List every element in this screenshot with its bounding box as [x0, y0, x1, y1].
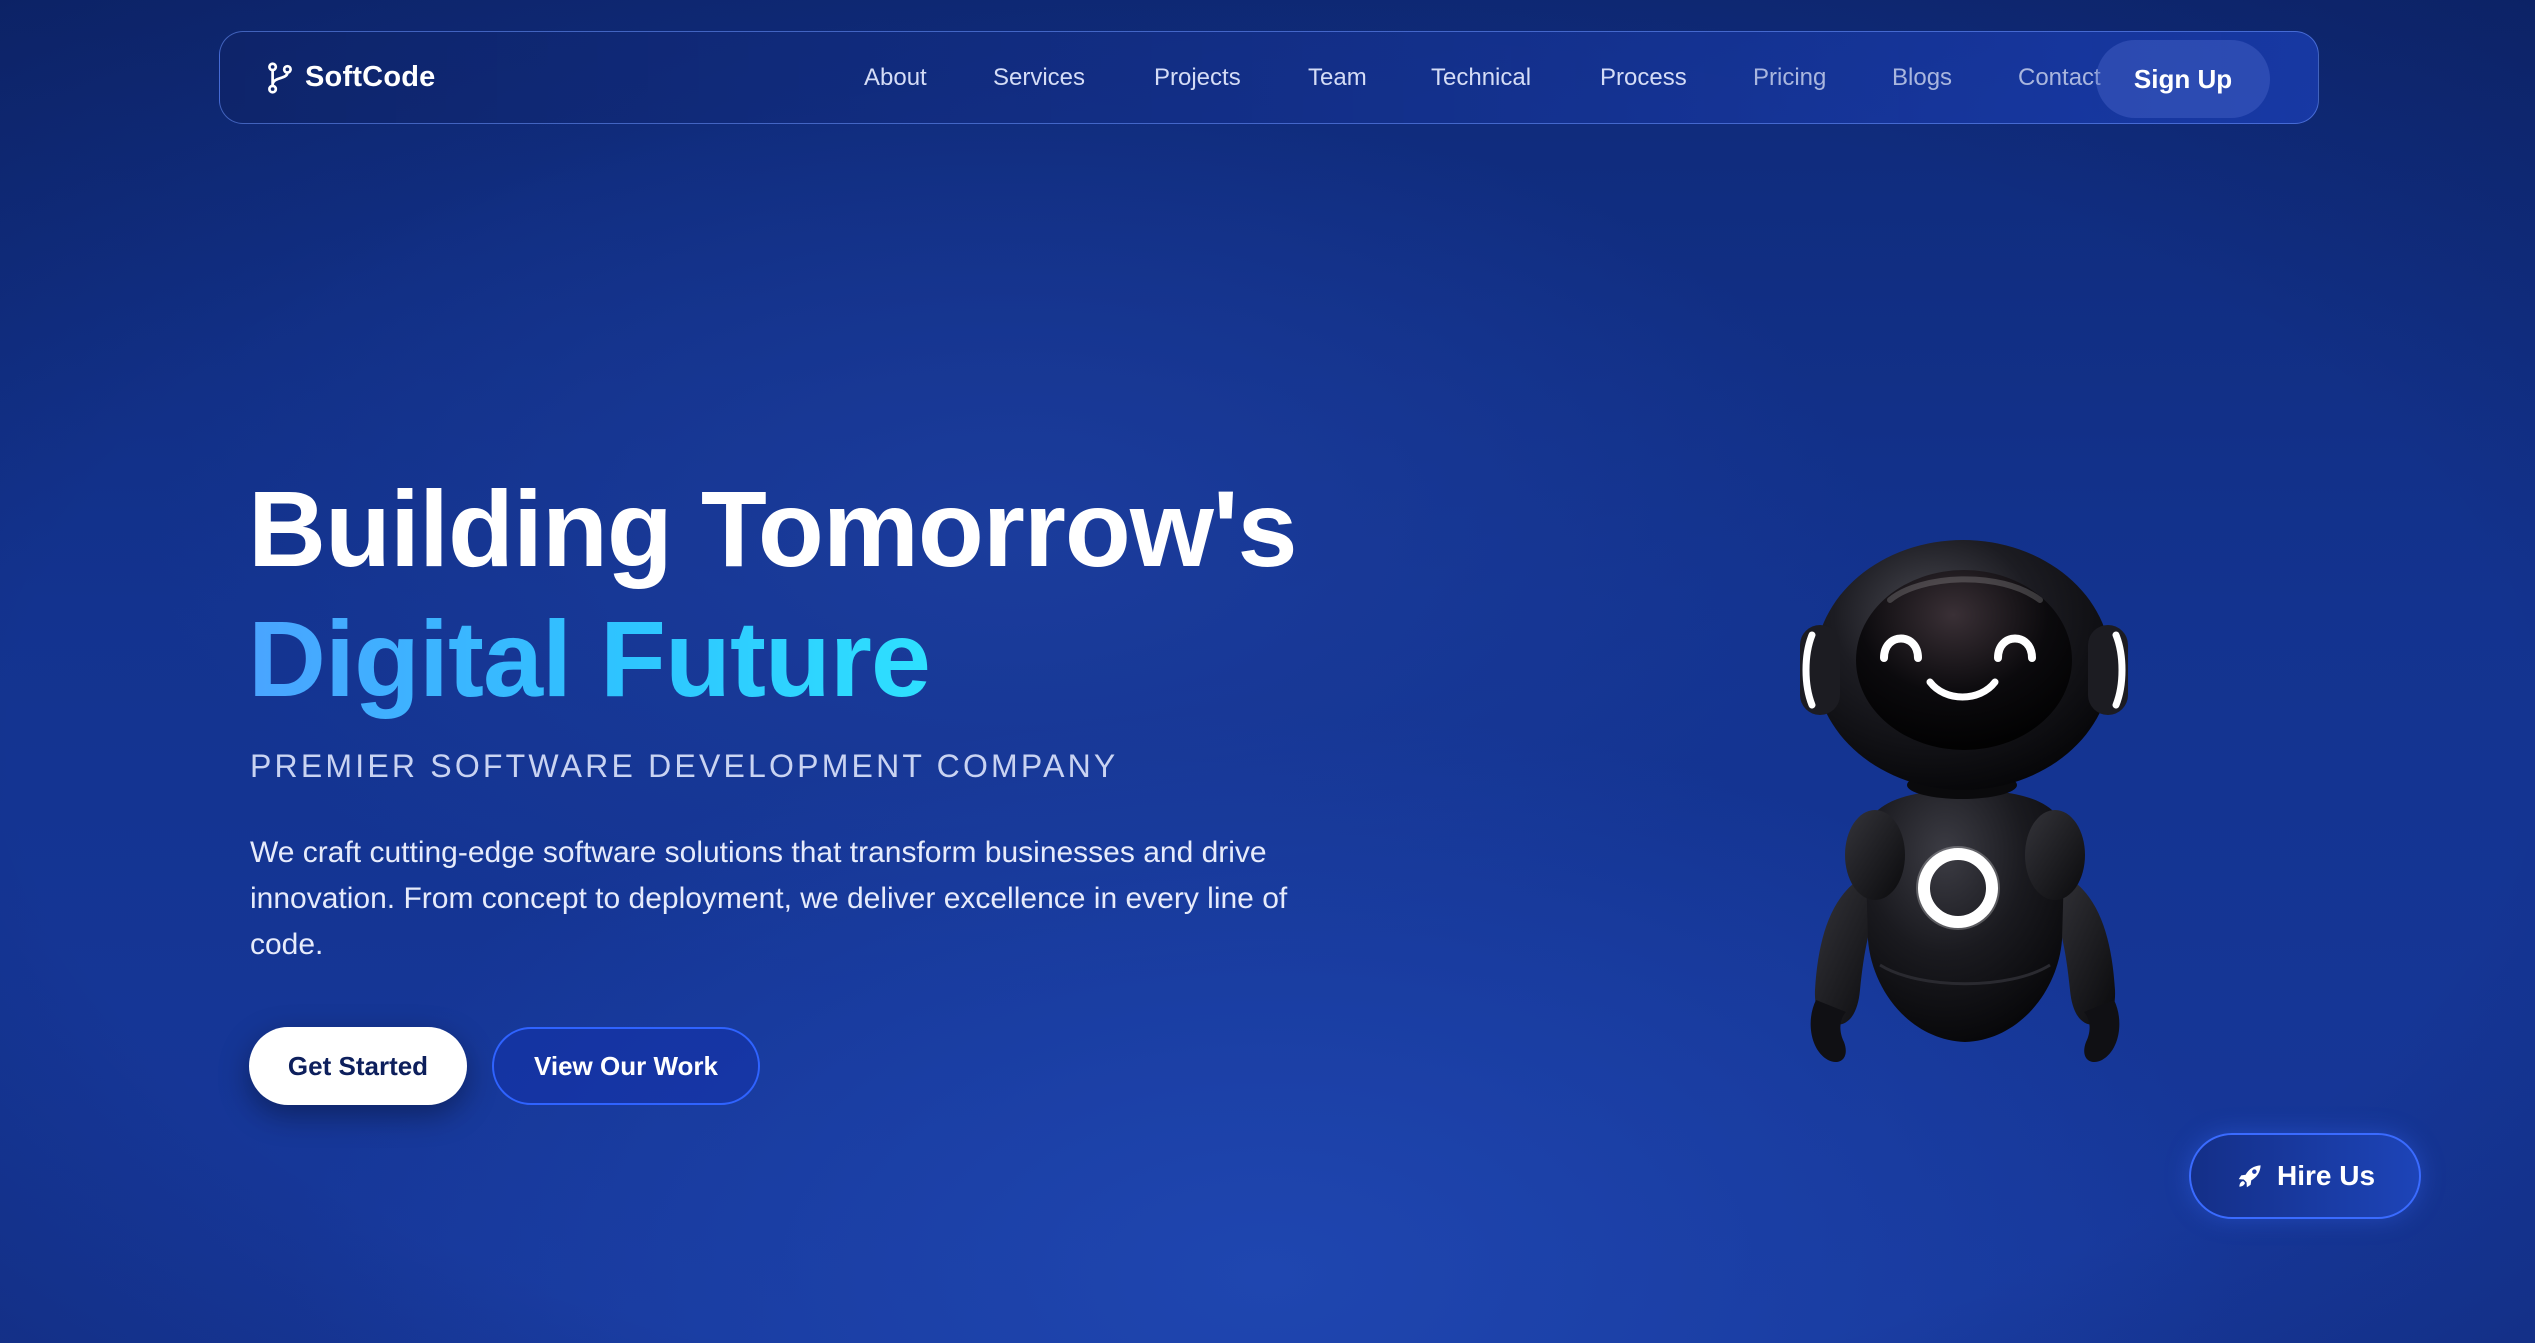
hero-description: We craft cutting-edge software solutions… [250, 836, 1288, 961]
nav-link-blogs[interactable]: Blogs [1892, 64, 1952, 92]
hero-title-line1: Building Tomorrow's [248, 468, 1298, 589]
get-started-button[interactable]: Get Started [249, 1027, 467, 1105]
nav-link-pricing[interactable]: Pricing [1753, 64, 1826, 92]
hire-us-button[interactable]: Hire Us [2189, 1133, 2421, 1219]
nav-link-about[interactable]: About [864, 64, 927, 92]
nav-link-technical[interactable]: Technical [1431, 64, 1531, 92]
rocket-icon [2238, 1165, 2261, 1188]
hero-subtitle: PREMIER SOFTWARE DEVELOPMENT COMPANY [250, 748, 1119, 784]
sign-up-button[interactable]: Sign Up [2096, 40, 2270, 118]
brand-logo[interactable]: SoftCode [265, 32, 435, 123]
hero-title-line2: Digital Future [248, 598, 931, 719]
nav-link-process[interactable]: Process [1600, 64, 1687, 92]
top-navbar: SoftCode About Services Projects Team Te… [219, 31, 2319, 124]
nav-link-contact[interactable]: Contact [2018, 64, 2101, 92]
brand-name: SoftCode [305, 61, 436, 93]
robot-mascot [1800, 540, 2128, 1062]
hire-us-label: Hire Us [2276, 1160, 2376, 1191]
nav-link-team[interactable]: Team [1308, 64, 1367, 92]
git-branch-icon [268, 61, 292, 94]
view-our-work-button[interactable]: View Our Work [492, 1027, 760, 1105]
nav-link-projects[interactable]: Projects [1154, 64, 1241, 92]
nav-link-services[interactable]: Services [993, 64, 1085, 92]
